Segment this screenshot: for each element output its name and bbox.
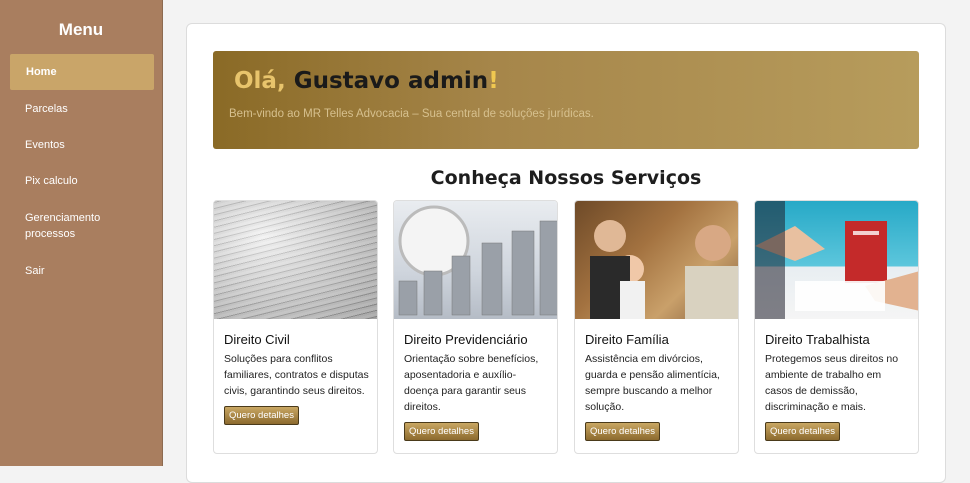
sidebar-nav: Home Parcelas Eventos Pix calculo Gerenc… xyxy=(0,54,162,278)
service-description: Soluções para conflitos familiares, cont… xyxy=(224,353,369,397)
user-name: Gustavo admin xyxy=(293,68,489,94)
service-image-civil xyxy=(214,201,377,319)
sidebar-item-parcelas[interactable]: Parcelas xyxy=(10,102,154,116)
handshake-illustration xyxy=(755,201,918,319)
service-description: Orientação sobre benefícios, aposentador… xyxy=(404,353,539,413)
sidebar-item-home[interactable]: Home xyxy=(10,54,154,90)
service-image-previdenciario xyxy=(394,201,557,319)
service-image-trabalhista xyxy=(755,201,918,319)
menu-title: Menu xyxy=(58,20,104,39)
sidebar-item-eventos[interactable]: Eventos xyxy=(10,138,154,152)
sidebar: Menu Home Parcelas Eventos Pix calculo G… xyxy=(0,0,163,466)
greeting-exclaim: ! xyxy=(488,68,499,94)
service-card-civil: Direito Civil Soluções para conflitos fa… xyxy=(213,200,378,454)
sidebar-item-gerenciamento-processos[interactable]: Gerenciamento processos xyxy=(10,210,120,242)
service-image-familia xyxy=(575,201,738,319)
service-description: Assistência em divórcios, guarda e pensã… xyxy=(585,353,720,413)
welcome-heading: Olá, Gustavo admin! xyxy=(234,68,499,94)
services-title: Conheça Nossos Serviços xyxy=(430,167,702,189)
welcome-subtitle: Bem-vindo ao MR Telles Advocacia – Sua c… xyxy=(229,108,594,120)
service-title: Direito Trabalhista xyxy=(765,332,870,347)
details-button-trabalhista[interactable]: Quero detalhes xyxy=(765,422,840,441)
coins-illustration xyxy=(398,205,557,316)
details-button-previdenciario[interactable]: Quero detalhes xyxy=(404,422,479,441)
service-card-trabalhista: Direito Trabalhista Protegemos seus dire… xyxy=(754,200,919,454)
welcome-banner: Olá, Gustavo admin! Bem-vindo ao MR Tell… xyxy=(213,51,919,149)
service-title: Direito Previdenciário xyxy=(404,332,528,347)
details-button-familia[interactable]: Quero detalhes xyxy=(585,422,660,441)
family-illustration xyxy=(590,220,738,319)
service-description: Protegemos seus direitos no ambiente de … xyxy=(765,353,899,413)
service-title: Direito Família xyxy=(585,332,669,347)
details-button-civil[interactable]: Quero detalhes xyxy=(224,406,299,425)
service-title: Direito Civil xyxy=(224,332,290,347)
sidebar-item-pix-calculo[interactable]: Pix calculo xyxy=(10,174,154,188)
sidebar-item-sair[interactable]: Sair xyxy=(10,264,154,278)
service-card-familia: Direito Família Assistência em divórcios… xyxy=(574,200,739,454)
greeting: Olá, xyxy=(234,68,286,94)
service-card-previdenciario: Direito Previdenciário Orientação sobre … xyxy=(393,200,558,454)
